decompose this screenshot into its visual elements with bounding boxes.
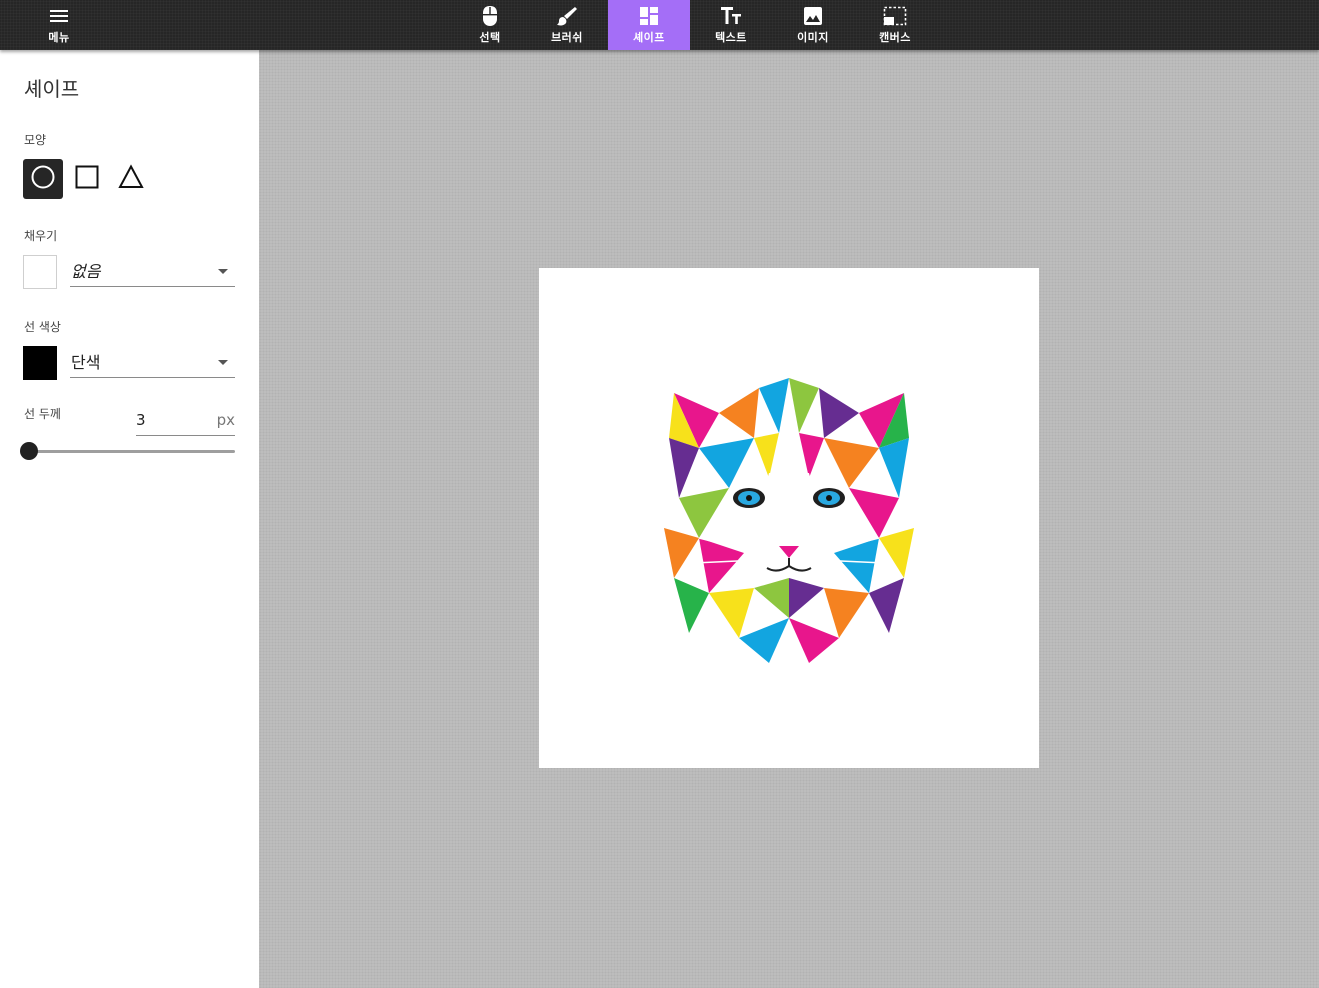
- fill-label: 채우기: [24, 229, 58, 243]
- fill-color-swatch[interactable]: [23, 255, 57, 289]
- fill-type-value: 없음: [71, 262, 101, 281]
- stroke-width-label: 선 두께: [24, 407, 61, 421]
- shapes-icon: [639, 5, 659, 27]
- drawing-canvas[interactable]: [539, 268, 1039, 768]
- stroke-width-slider-track[interactable]: [29, 450, 235, 453]
- tool-brush-button[interactable]: 브러쉬: [526, 0, 608, 50]
- shape-triangle-button[interactable]: [111, 159, 151, 199]
- tool-brush-label: 브러쉬: [551, 31, 583, 44]
- tool-image-button[interactable]: 이미지: [772, 0, 854, 50]
- brush-icon: [556, 5, 578, 27]
- workspace: [259, 50, 1319, 988]
- tool-shape-label: 셰이프: [633, 31, 665, 44]
- tool-canvas-button[interactable]: 캔버스: [854, 0, 936, 50]
- stroke-width-unit: px: [216, 411, 235, 429]
- tool-text-label: 텍스트: [715, 31, 747, 44]
- stroke-width-input[interactable]: 3 px: [136, 408, 235, 436]
- menu-label: 메뉴: [48, 31, 70, 44]
- circle-icon: [30, 164, 56, 194]
- menu-button[interactable]: 메뉴: [18, 0, 100, 50]
- chevron-down-icon: [218, 269, 228, 274]
- stroke-type-select[interactable]: 단색: [70, 345, 235, 378]
- tool-image-label: 이미지: [797, 31, 829, 44]
- stroke-width-slider-thumb[interactable]: [20, 442, 38, 460]
- tool-text-button[interactable]: 텍스트: [690, 0, 772, 50]
- canvas-resize-icon: [883, 5, 907, 27]
- stroke-width-value: 3: [136, 411, 146, 429]
- colorful-cat-illustration: [664, 378, 914, 663]
- square-icon: [74, 164, 100, 194]
- tool-canvas-label: 캔버스: [879, 31, 911, 44]
- shape-panel: 셰이프 모양 채우기 없음 선 색상 단색 선 두께 3 px: [0, 50, 259, 988]
- shape-square-button[interactable]: [67, 159, 107, 199]
- shape-label: 모양: [24, 133, 47, 147]
- shape-circle-button[interactable]: [23, 159, 63, 199]
- menu-icon: [49, 5, 69, 27]
- tool-select-label: 선택: [479, 31, 501, 44]
- stroke-type-value: 단색: [71, 353, 101, 372]
- top-toolbar: 메뉴 선택 브러쉬 셰이프 텍스트 이미지 캔버스: [0, 0, 1319, 50]
- stroke-color-label: 선 색상: [24, 320, 61, 334]
- fill-type-select[interactable]: 없음: [70, 254, 235, 287]
- image-icon: [803, 5, 823, 27]
- triangle-icon: [118, 164, 144, 194]
- mouse-icon: [482, 5, 498, 27]
- text-icon: [720, 5, 742, 27]
- tool-shape-button[interactable]: 셰이프: [608, 0, 690, 50]
- stroke-color-swatch[interactable]: [23, 346, 57, 380]
- panel-title: 셰이프: [24, 77, 80, 101]
- tool-select-button[interactable]: 선택: [449, 0, 531, 50]
- chevron-down-icon: [218, 360, 228, 365]
